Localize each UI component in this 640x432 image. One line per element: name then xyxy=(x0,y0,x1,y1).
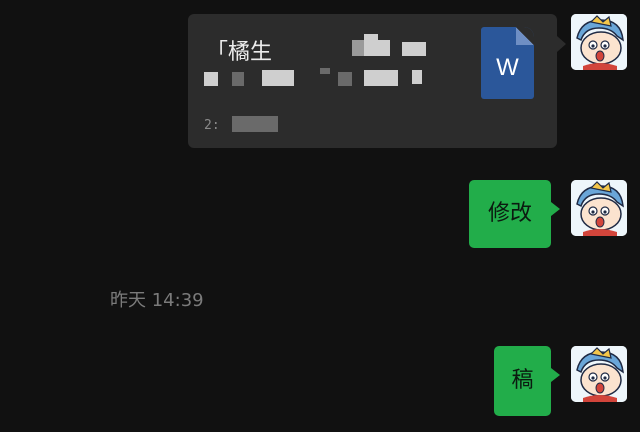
text-message-bubble[interactable]: 修改 xyxy=(469,180,560,248)
bubble-tail xyxy=(551,202,560,216)
cartoon-boy-avatar-icon xyxy=(571,14,627,70)
file-source-label: 2: xyxy=(204,118,220,133)
avatar[interactable] xyxy=(571,14,627,70)
bubble-tail xyxy=(551,368,560,382)
file-title: 「橘生 xyxy=(206,40,273,65)
redacted-text xyxy=(204,72,218,86)
redacted-text xyxy=(402,42,426,56)
redacted-text xyxy=(232,116,278,132)
page-fold-icon xyxy=(516,27,534,45)
cartoon-boy-avatar-icon xyxy=(571,346,627,402)
redacted-text xyxy=(320,68,330,74)
word-document-icon: W xyxy=(481,27,534,99)
bubble-tail xyxy=(557,36,566,52)
redacted-text xyxy=(364,34,378,56)
file-message-card[interactable]: 「橘生 2: W xyxy=(188,14,566,148)
message-text: 稿 xyxy=(511,368,534,393)
cartoon-boy-avatar-icon xyxy=(571,180,627,236)
word-letter: W xyxy=(496,54,519,81)
redacted-text xyxy=(232,72,244,86)
redacted-text xyxy=(378,40,390,56)
text-message-bubble[interactable]: 稿 xyxy=(494,346,560,416)
message-timestamp: 昨天 14:39 xyxy=(110,290,204,311)
redacted-text xyxy=(352,40,364,56)
redacted-text xyxy=(364,70,398,86)
redacted-text xyxy=(338,72,352,86)
redacted-text xyxy=(262,70,294,86)
message-text: 修改 xyxy=(487,201,532,226)
redacted-text xyxy=(412,70,422,84)
avatar[interactable] xyxy=(571,346,627,402)
avatar[interactable] xyxy=(571,180,627,236)
